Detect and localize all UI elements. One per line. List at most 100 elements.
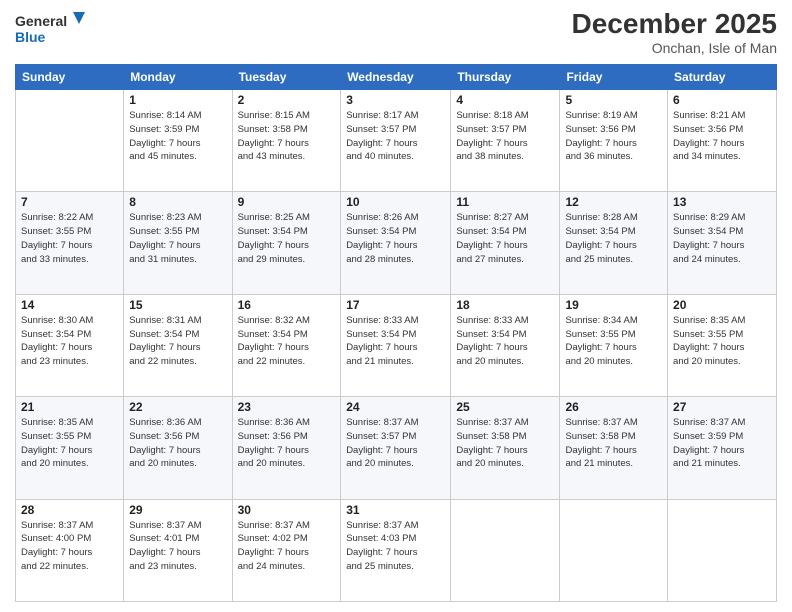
day-info: Sunrise: 8:31 AMSunset: 3:54 PMDaylight:…	[129, 314, 226, 369]
header-row: SundayMondayTuesdayWednesdayThursdayFrid…	[16, 65, 777, 90]
day-info: Sunrise: 8:18 AMSunset: 3:57 PMDaylight:…	[456, 109, 554, 164]
day-info: Sunrise: 8:30 AMSunset: 3:54 PMDaylight:…	[21, 314, 118, 369]
day-cell: 16 Sunrise: 8:32 AMSunset: 3:54 PMDayligh…	[232, 294, 341, 396]
logo: General Blue	[15, 10, 85, 50]
svg-text:Blue: Blue	[15, 29, 46, 45]
day-cell: 26Sunrise: 8:37 AMSunset: 3:58 PMDayligh…	[560, 397, 668, 499]
day-cell	[668, 499, 777, 601]
col-header-wednesday: Wednesday	[341, 65, 451, 90]
day-number: 24	[346, 400, 445, 414]
day-info: Sunrise: 8:37 AMSunset: 4:02 PMDaylight:…	[238, 519, 336, 574]
day-info: Sunrise: 8:32 AMSunset: 3:54 PMDaylight:…	[238, 314, 336, 369]
calendar-table: SundayMondayTuesdayWednesdayThursdayFrid…	[15, 64, 777, 602]
day-cell: 14 Sunrise: 8:30 AMSunset: 3:54 PMDayligh…	[16, 294, 124, 396]
day-info: Sunrise: 8:23 AMSunset: 3:55 PMDaylight:…	[129, 211, 226, 266]
day-cell: 29 Sunrise: 8:37 AMSunset: 4:01 PMDayligh…	[124, 499, 232, 601]
day-number: 5	[565, 93, 662, 107]
day-number: 9	[238, 195, 336, 209]
day-cell: 15 Sunrise: 8:31 AMSunset: 3:54 PMDayligh…	[124, 294, 232, 396]
day-cell	[560, 499, 668, 601]
day-cell	[16, 90, 124, 192]
day-info: Sunrise: 8:37 AMSunset: 4:01 PMDaylight:…	[129, 519, 226, 574]
day-number: 12	[565, 195, 662, 209]
day-cell: 11Sunrise: 8:27 AMSunset: 3:54 PMDayligh…	[451, 192, 560, 294]
day-info: Sunrise: 8:28 AMSunset: 3:54 PMDaylight:…	[565, 211, 662, 266]
col-header-thursday: Thursday	[451, 65, 560, 90]
day-number: 2	[238, 93, 336, 107]
col-header-saturday: Saturday	[668, 65, 777, 90]
day-cell: 21 Sunrise: 8:35 AMSunset: 3:55 PMDayligh…	[16, 397, 124, 499]
day-info: Sunrise: 8:21 AMSunset: 3:56 PMDaylight:…	[673, 109, 771, 164]
day-info: Sunrise: 8:37 AMSunset: 3:59 PMDaylight:…	[673, 416, 771, 471]
day-info: Sunrise: 8:37 AMSunset: 3:57 PMDaylight:…	[346, 416, 445, 471]
day-info: Sunrise: 8:37 AMSunset: 4:00 PMDaylight:…	[21, 519, 118, 574]
day-cell: 20 Sunrise: 8:35 AMSunset: 3:55 PMDayligh…	[668, 294, 777, 396]
logo-svg: General Blue	[15, 10, 85, 50]
day-number: 14	[21, 298, 118, 312]
col-header-monday: Monday	[124, 65, 232, 90]
day-number: 25	[456, 400, 554, 414]
day-info: Sunrise: 8:37 AMSunset: 4:03 PMDaylight:…	[346, 519, 445, 574]
day-cell: 12 Sunrise: 8:28 AMSunset: 3:54 PMDayligh…	[560, 192, 668, 294]
day-number: 28	[21, 503, 118, 517]
day-number: 27	[673, 400, 771, 414]
day-number: 3	[346, 93, 445, 107]
day-number: 23	[238, 400, 336, 414]
day-cell: 4 Sunrise: 8:18 AMSunset: 3:57 PMDaylight…	[451, 90, 560, 192]
day-cell: 17Sunrise: 8:33 AMSunset: 3:54 PMDayligh…	[341, 294, 451, 396]
col-header-sunday: Sunday	[16, 65, 124, 90]
page: General Blue December 2025 Onchan, Isle …	[0, 0, 792, 612]
week-row-1: 1 Sunrise: 8:14 AMSunset: 3:59 PMDaylight…	[16, 90, 777, 192]
day-number: 31	[346, 503, 445, 517]
day-number: 20	[673, 298, 771, 312]
day-cell: 1 Sunrise: 8:14 AMSunset: 3:59 PMDaylight…	[124, 90, 232, 192]
day-info: Sunrise: 8:36 AMSunset: 3:56 PMDaylight:…	[129, 416, 226, 471]
day-info: Sunrise: 8:14 AMSunset: 3:59 PMDaylight:…	[129, 109, 226, 164]
day-cell: 30 Sunrise: 8:37 AMSunset: 4:02 PMDayligh…	[232, 499, 341, 601]
day-number: 8	[129, 195, 226, 209]
day-info: Sunrise: 8:35 AMSunset: 3:55 PMDaylight:…	[673, 314, 771, 369]
day-cell: 7Sunrise: 8:22 AMSunset: 3:55 PMDaylight…	[16, 192, 124, 294]
day-number: 29	[129, 503, 226, 517]
day-cell: 5Sunrise: 8:19 AMSunset: 3:56 PMDaylight…	[560, 90, 668, 192]
day-number: 7	[21, 195, 118, 209]
day-info: Sunrise: 8:36 AMSunset: 3:56 PMDaylight:…	[238, 416, 336, 471]
day-number: 21	[21, 400, 118, 414]
day-number: 18	[456, 298, 554, 312]
day-cell: 8 Sunrise: 8:23 AMSunset: 3:55 PMDaylight…	[124, 192, 232, 294]
day-info: Sunrise: 8:26 AMSunset: 3:54 PMDaylight:…	[346, 211, 445, 266]
day-number: 19	[565, 298, 662, 312]
day-info: Sunrise: 8:29 AMSunset: 3:54 PMDaylight:…	[673, 211, 771, 266]
day-cell: 13 Sunrise: 8:29 AMSunset: 3:54 PMDayligh…	[668, 192, 777, 294]
day-cell: 23 Sunrise: 8:36 AMSunset: 3:56 PMDayligh…	[232, 397, 341, 499]
week-row-3: 14 Sunrise: 8:30 AMSunset: 3:54 PMDayligh…	[16, 294, 777, 396]
day-info: Sunrise: 8:33 AMSunset: 3:54 PMDaylight:…	[456, 314, 554, 369]
day-cell: 6Sunrise: 8:21 AMSunset: 3:56 PMDaylight…	[668, 90, 777, 192]
day-info: Sunrise: 8:25 AMSunset: 3:54 PMDaylight:…	[238, 211, 336, 266]
day-cell: 25 Sunrise: 8:37 AMSunset: 3:58 PMDayligh…	[451, 397, 560, 499]
day-cell: 27 Sunrise: 8:37 AMSunset: 3:59 PMDayligh…	[668, 397, 777, 499]
day-number: 16	[238, 298, 336, 312]
day-cell: 24 Sunrise: 8:37 AMSunset: 3:57 PMDayligh…	[341, 397, 451, 499]
day-info: Sunrise: 8:17 AMSunset: 3:57 PMDaylight:…	[346, 109, 445, 164]
week-row-5: 28 Sunrise: 8:37 AMSunset: 4:00 PMDayligh…	[16, 499, 777, 601]
day-cell: 28 Sunrise: 8:37 AMSunset: 4:00 PMDayligh…	[16, 499, 124, 601]
day-info: Sunrise: 8:33 AMSunset: 3:54 PMDaylight:…	[346, 314, 445, 369]
day-cell: 9 Sunrise: 8:25 AMSunset: 3:54 PMDaylight…	[232, 192, 341, 294]
day-number: 11	[456, 195, 554, 209]
day-number: 13	[673, 195, 771, 209]
week-row-2: 7Sunrise: 8:22 AMSunset: 3:55 PMDaylight…	[16, 192, 777, 294]
svg-text:General: General	[15, 13, 67, 29]
day-info: Sunrise: 8:37 AMSunset: 3:58 PMDaylight:…	[456, 416, 554, 471]
day-info: Sunrise: 8:35 AMSunset: 3:55 PMDaylight:…	[21, 416, 118, 471]
day-number: 15	[129, 298, 226, 312]
day-number: 22	[129, 400, 226, 414]
day-number: 30	[238, 503, 336, 517]
title-block: December 2025 Onchan, Isle of Man	[572, 10, 777, 56]
day-cell: 22 Sunrise: 8:36 AMSunset: 3:56 PMDayligh…	[124, 397, 232, 499]
day-number: 4	[456, 93, 554, 107]
day-info: Sunrise: 8:15 AMSunset: 3:58 PMDaylight:…	[238, 109, 336, 164]
day-number: 1	[129, 93, 226, 107]
col-header-tuesday: Tuesday	[232, 65, 341, 90]
day-cell: 19Sunrise: 8:34 AMSunset: 3:55 PMDayligh…	[560, 294, 668, 396]
